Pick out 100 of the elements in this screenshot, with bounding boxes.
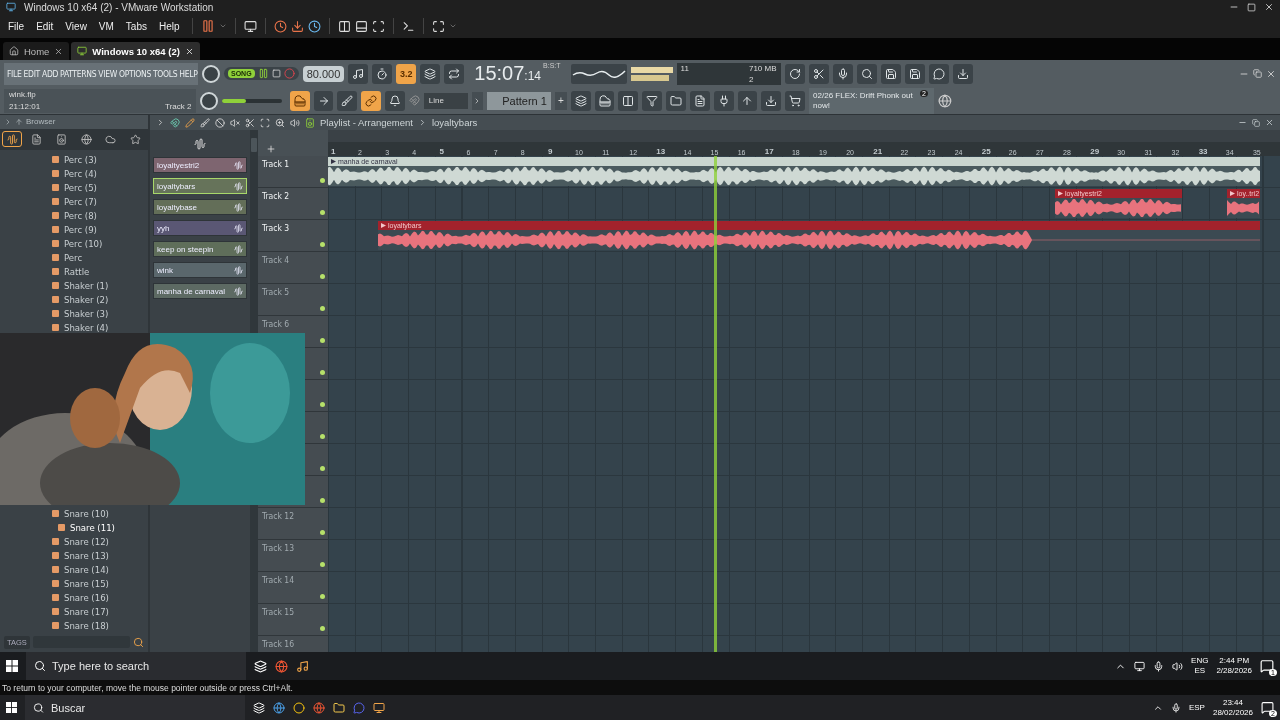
browser-item[interactable]: Perc — [0, 250, 148, 265]
track-name[interactable]: Track 6 — [262, 319, 290, 329]
menu-item[interactable]: VM — [94, 18, 118, 34]
restore-icon[interactable] — [1252, 118, 1260, 127]
search-icon[interactable] — [133, 636, 144, 648]
stop-icon[interactable] — [271, 69, 281, 78]
network-icon[interactable] — [1134, 660, 1146, 672]
vmware-icon[interactable] — [373, 701, 385, 714]
track-enable-icon[interactable] — [320, 306, 325, 311]
menu-item[interactable]: VIEW — [98, 68, 117, 79]
track-name[interactable]: Track 14 — [262, 575, 295, 585]
tempo-display[interactable]: 80.000 — [302, 65, 345, 82]
browser-item[interactable]: Rattle — [0, 264, 148, 279]
clip-menu-icon[interactable] — [1230, 191, 1235, 196]
plugin-icon[interactable] — [717, 94, 730, 107]
track-enable-icon[interactable] — [320, 178, 325, 183]
track-enable-icon[interactable] — [320, 562, 325, 567]
browser-item[interactable]: Shaker (4) — [0, 320, 148, 335]
browser-item[interactable]: Shaker (2) — [0, 292, 148, 307]
browser-item[interactable]: Perc (10) — [0, 236, 148, 251]
globe-icon[interactable] — [938, 93, 952, 108]
browser-item[interactable]: Snare (18) — [0, 618, 148, 633]
track-name[interactable]: Track 3 — [262, 223, 290, 233]
wait-toggle[interactable] — [372, 63, 393, 84]
microphone-icon[interactable] — [836, 67, 849, 80]
menu-item[interactable]: ADD — [42, 68, 59, 79]
close-icon[interactable] — [184, 46, 194, 56]
browser-item[interactable]: Snare (15) — [0, 576, 148, 591]
menu-item[interactable]: HELP — [179, 68, 198, 79]
task-view-icon[interactable] — [253, 701, 265, 714]
track-name[interactable]: Track 13 — [262, 543, 295, 553]
close-icon[interactable] — [1264, 2, 1274, 12]
playback-icon[interactable] — [290, 117, 300, 128]
thumbnail-icon[interactable] — [354, 19, 368, 33]
volume-icon[interactable] — [1172, 660, 1184, 672]
scroll-thumb[interactable] — [251, 138, 257, 152]
console-icon[interactable] — [401, 19, 415, 33]
mute-tool-icon[interactable] — [215, 117, 225, 128]
microphone-icon[interactable] — [1170, 702, 1181, 713]
clip-source[interactable]: keep on steepin — [153, 241, 247, 257]
microphone-icon[interactable] — [1153, 660, 1165, 672]
track-enable-icon[interactable] — [320, 626, 325, 631]
browser-item[interactable]: Snare (14) — [0, 562, 148, 577]
close-icon[interactable] — [1265, 118, 1274, 127]
browser-item[interactable]: Shaker (1) — [0, 278, 148, 293]
vm-tab[interactable]: Windows 10 x64 (2) — [71, 42, 200, 60]
countdown-toggle[interactable]: 3.2 — [396, 63, 417, 84]
windows-logo-icon[interactable] — [6, 660, 18, 672]
zoom-icon[interactable] — [275, 117, 285, 128]
snap-dropdown[interactable]: Line — [423, 92, 468, 109]
track-name[interactable]: Track 15 — [262, 607, 295, 617]
clip-source[interactable]: yyh — [153, 220, 247, 236]
pitch-knob[interactable] — [200, 91, 219, 110]
browser-item[interactable]: Perc (4) — [0, 166, 148, 181]
clip-menu-icon[interactable] — [331, 159, 336, 164]
master-volume-slider[interactable] — [222, 98, 282, 103]
magnet-icon[interactable] — [170, 117, 180, 128]
menu-item[interactable]: OPTIONS — [118, 68, 151, 79]
menu-item[interactable]: FILE — [7, 68, 22, 79]
track-enable-icon[interactable] — [320, 498, 325, 503]
menu-item[interactable]: EDIT — [23, 68, 40, 79]
loop-toggle[interactable] — [444, 63, 465, 84]
menu-item[interactable]: PATTERNS — [60, 68, 97, 79]
track-name[interactable]: Track 5 — [262, 287, 290, 297]
browser-item[interactable]: Perc (3) — [0, 152, 148, 167]
playlist-icon[interactable] — [622, 94, 635, 107]
pattern-selector[interactable]: Pattern 1 — [487, 91, 551, 110]
caret-icon[interactable] — [448, 22, 457, 30]
fit-icon[interactable] — [371, 19, 385, 33]
track-name[interactable]: Track 4 — [262, 255, 290, 265]
speaker-icon[interactable] — [305, 117, 315, 128]
select-icon[interactable] — [260, 117, 270, 128]
browser-item[interactable]: Snare (13) — [0, 548, 148, 563]
browser-app-icon[interactable] — [273, 701, 285, 714]
folder-icon[interactable] — [333, 701, 345, 714]
add-pattern-button[interactable]: + — [554, 91, 567, 110]
browser-item[interactable]: Snare (16) — [0, 590, 148, 605]
track-name[interactable]: Track 16 — [262, 639, 295, 649]
audio-clips-icon[interactable] — [194, 138, 206, 150]
task-view-icon[interactable] — [254, 659, 267, 673]
clip-source[interactable]: loyaltybars — [153, 178, 247, 194]
track-enable-icon[interactable] — [320, 242, 325, 247]
browser-icon[interactable] — [670, 94, 682, 107]
library-icon[interactable] — [337, 19, 351, 33]
clip-source[interactable]: loyaltybase — [153, 199, 247, 215]
browser-item[interactable]: Shaker (3) — [0, 306, 148, 321]
track-name[interactable]: Track 2 — [262, 191, 290, 201]
search-field[interactable]: Buscar — [25, 695, 245, 720]
browser-item[interactable]: Perc (8) — [0, 208, 148, 223]
brush-icon[interactable] — [200, 117, 210, 128]
clip-source[interactable]: wink — [153, 262, 247, 278]
cut-icon[interactable] — [812, 67, 825, 80]
close-icon[interactable] — [1266, 68, 1276, 79]
browser-item[interactable]: Snare (12) — [0, 534, 148, 549]
metronome-toggle[interactable] — [348, 63, 369, 84]
brush-toggle[interactable] — [337, 90, 358, 111]
save-icon[interactable] — [884, 67, 897, 80]
pencil-icon[interactable] — [185, 117, 195, 128]
download-icon[interactable] — [956, 67, 969, 80]
add-track-icon[interactable] — [266, 144, 276, 154]
